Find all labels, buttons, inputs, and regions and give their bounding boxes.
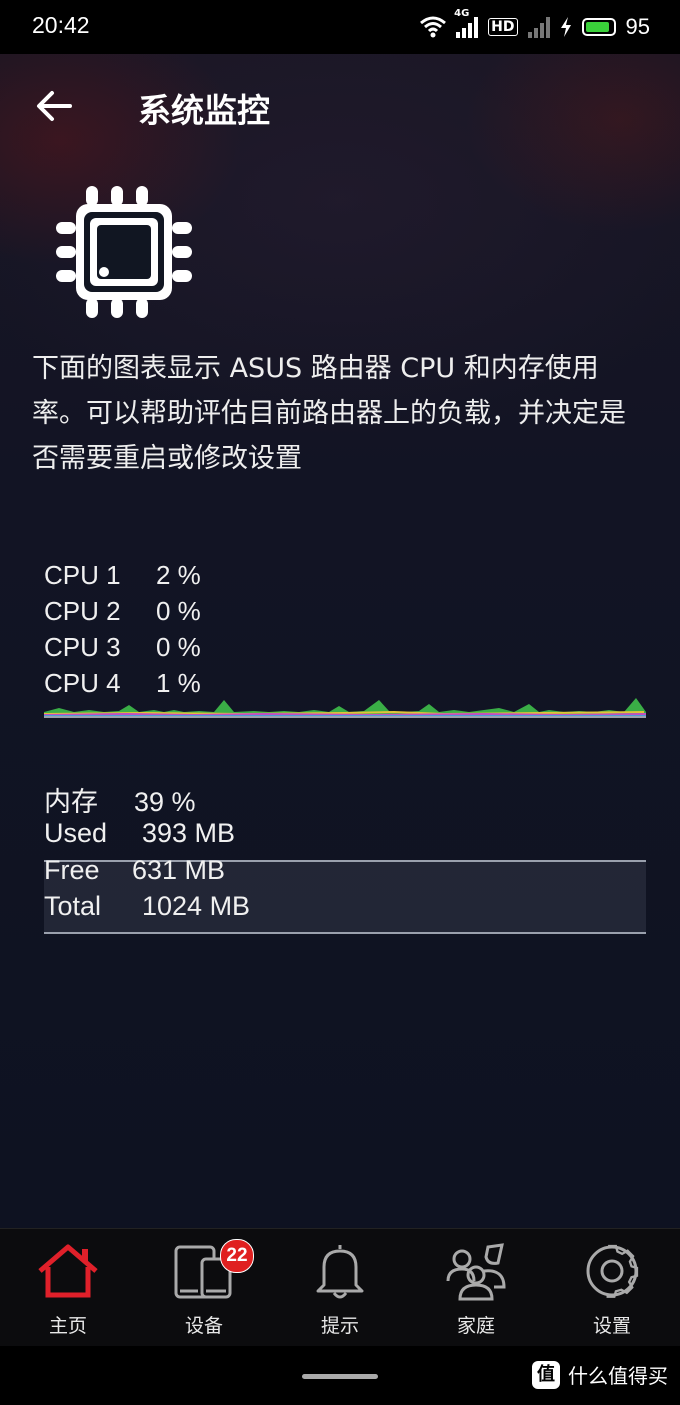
cpu-usage-graph [44, 698, 646, 718]
bell-icon [316, 1245, 364, 1299]
signal-icon: 4G [454, 8, 479, 38]
watermark: 值 什么值得买 [532, 1360, 668, 1389]
cpu-chip-icon [56, 186, 192, 318]
page-title: 系统监控 [138, 91, 270, 130]
cpu-label: CPU 2 [44, 596, 121, 626]
tab-settings[interactable]: 设置 [544, 1229, 680, 1347]
tab-home[interactable]: 主页 [0, 1229, 136, 1347]
memory-usage-row: 内存 39 % [44, 780, 196, 819]
description-text: 下面的图表显示 ASUS 路由器 CPU 和内存使用率。可以帮助评估目前路由器上… [32, 353, 626, 474]
tab-label: 主页 [48, 1315, 87, 1337]
status-icons: 4G HD 95 [420, 8, 650, 40]
family-icon [446, 1243, 506, 1301]
tab-label: 家庭 [456, 1315, 495, 1337]
status-time: 20:42 [32, 12, 90, 38]
home-icon [38, 1244, 98, 1298]
cpu-label: CPU 1 [44, 560, 121, 590]
hd-icon: HD [488, 18, 518, 36]
memory-free-value: 631 MB [132, 855, 226, 885]
cpu-value: 0 % [156, 632, 201, 662]
memory-usage-value: 39 % [134, 787, 196, 817]
memory-used-value: 393 MB [142, 818, 236, 848]
battery-icon [581, 18, 616, 36]
arrow-left-icon[interactable] [34, 86, 74, 126]
memory-free-label: Free [44, 855, 100, 885]
tab-label: 提示 [320, 1315, 359, 1337]
cpu-usage-panel: CPU 1 2 % CPU 2 0 % CPU 3 0 % CPU 4 1 % [44, 560, 646, 720]
watermark-text: 什么值得买 [568, 1364, 668, 1388]
home-gesture-handle[interactable] [302, 1374, 378, 1379]
signal-weak-icon [527, 16, 550, 38]
memory-total-value: 1024 MB [142, 891, 251, 921]
bottom-tab-bar: 主页 22 设备 提示 家庭 设置 [0, 1228, 680, 1347]
cpu-value: 2 % [156, 560, 201, 590]
network-type-label: 4G [454, 8, 470, 19]
memory-used-row: Used 393 MB [44, 818, 235, 849]
app-header: 系统监控 [0, 54, 680, 158]
status-bar: 20:42 4G HD 95 [0, 0, 680, 54]
devices-count-badge: 22 [220, 1239, 254, 1273]
cpu-label: CPU 3 [44, 632, 121, 662]
wifi-icon [420, 16, 447, 38]
tab-family[interactable]: 家庭 [408, 1229, 544, 1347]
memory-usage-label: 内存 [44, 787, 98, 817]
tab-devices[interactable]: 22 设备 [136, 1229, 272, 1347]
tab-label: 设备 [184, 1315, 223, 1337]
battery-percent: 95 [625, 14, 650, 39]
cpu4-usage-line [44, 712, 646, 717]
tab-alerts[interactable]: 提示 [272, 1229, 408, 1347]
memory-total-row: Total 1024 MB [44, 891, 250, 922]
system-nav-bar: 值 什么值得买 [0, 1346, 680, 1405]
memory-usage-panel: 内存 39 % Used 393 MB Free 631 MB Total 1024 M… [44, 780, 646, 940]
memory-used-label: Used [44, 818, 108, 848]
watermark-logo: 值 [532, 1360, 560, 1389]
cpu-value: 0 % [156, 596, 201, 626]
gear-icon [586, 1244, 639, 1298]
charging-icon [560, 17, 571, 37]
memory-total-label: Total [44, 891, 102, 921]
tab-label: 设置 [592, 1315, 631, 1337]
memory-free-row: Free 631 MB [44, 855, 225, 886]
